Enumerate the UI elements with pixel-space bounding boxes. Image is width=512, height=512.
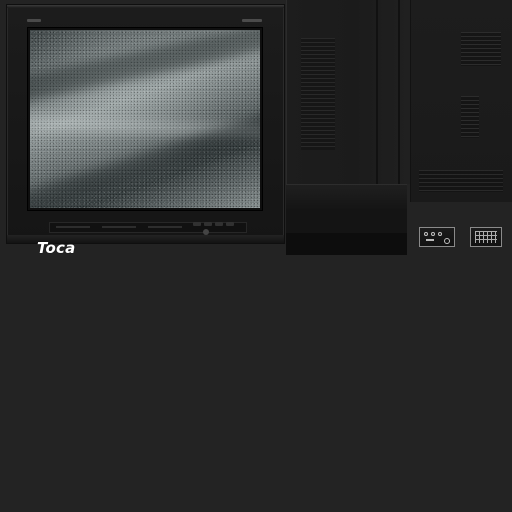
control-slot	[102, 226, 136, 228]
brand-mark-icon	[27, 19, 41, 22]
back-vent	[461, 32, 501, 66]
tv-side-panel	[286, 0, 411, 184]
jack-grid-icon	[475, 231, 497, 243]
connector-panel-icon	[419, 227, 455, 247]
tv-front-panel	[6, 4, 285, 244]
port-icon	[444, 238, 450, 244]
tv-lower-block	[286, 184, 407, 255]
tv-back-panel	[410, 0, 512, 202]
screen-frame	[27, 27, 263, 211]
port-icon	[426, 239, 434, 241]
port-icon	[424, 232, 428, 236]
back-vent	[461, 96, 479, 138]
side-vent	[301, 38, 335, 150]
connector-panel-icon	[470, 227, 502, 247]
lower-block-mid	[286, 209, 407, 233]
texture-atlas: Toca	[0, 0, 512, 512]
port-icon	[438, 232, 442, 236]
front-button-cluster	[193, 219, 242, 235]
panel-divider	[376, 0, 378, 184]
model-mark-icon	[242, 19, 262, 22]
control-slot	[148, 226, 182, 228]
panel-divider	[398, 0, 400, 184]
front-button	[226, 222, 234, 226]
static-screen-icon	[30, 30, 260, 208]
tv-top-edge	[7, 5, 284, 8]
front-button	[204, 222, 212, 226]
front-button	[193, 222, 201, 226]
lower-block-top	[286, 185, 407, 209]
front-button	[215, 222, 223, 226]
port-icon	[431, 232, 435, 236]
control-slot	[56, 226, 90, 228]
toca-label: Toca	[37, 239, 76, 257]
lower-block-bottom	[286, 233, 407, 255]
back-vent	[419, 170, 503, 192]
